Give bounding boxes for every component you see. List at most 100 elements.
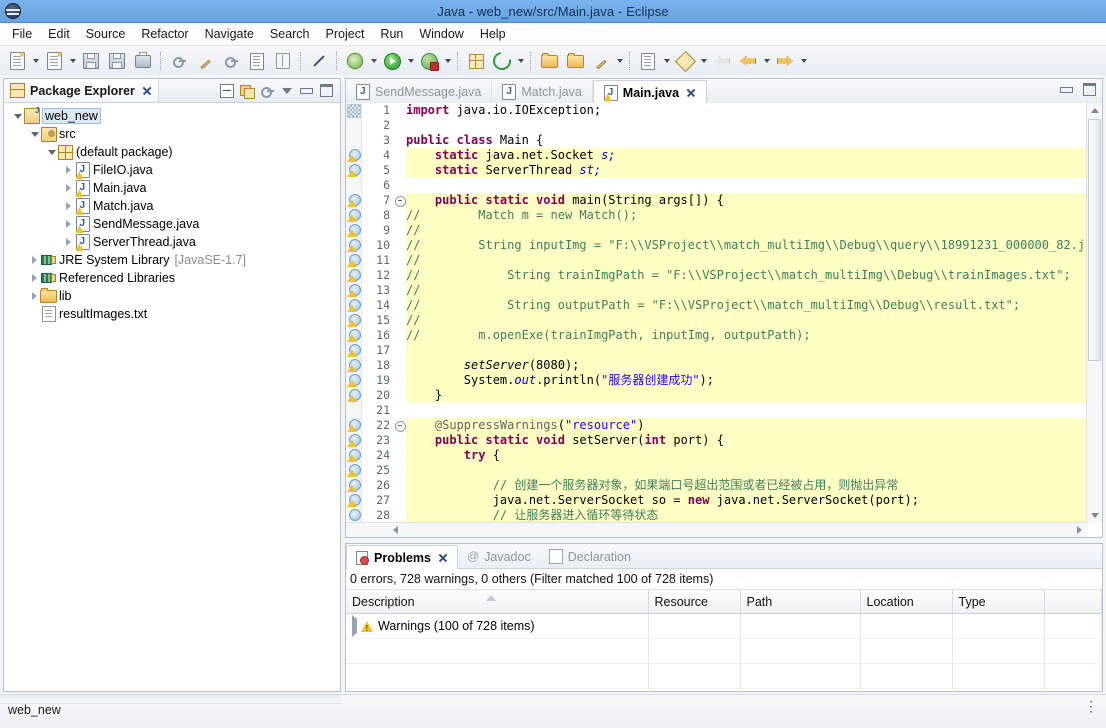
expand-toggle-icon[interactable]	[12, 107, 23, 125]
warning-marker-icon[interactable]	[347, 299, 361, 312]
code-line[interactable]: public static void setServer(int port) {	[406, 433, 1102, 448]
editor-tab-main-java[interactable]: Main.java	[592, 80, 708, 104]
print-icon[interactable]	[131, 49, 155, 73]
new-document-icon[interactable]	[5, 49, 29, 73]
code-line[interactable]: // 让服务器进入循环等待状态	[406, 508, 1102, 523]
warning-marker-icon[interactable]	[347, 269, 361, 282]
tree-item-referenced-libraries[interactable]: Referenced Libraries	[4, 269, 340, 287]
menu-search[interactable]: Search	[262, 25, 318, 43]
scroll-right-icon[interactable]	[1074, 525, 1085, 535]
warning-marker-icon[interactable]	[347, 359, 361, 372]
tree-item-sendmessage-java[interactable]: SendMessage.java	[4, 215, 340, 233]
warning-marker-icon[interactable]	[347, 389, 361, 402]
menu-help[interactable]: Help	[472, 25, 514, 43]
minimize-icon[interactable]	[1060, 86, 1073, 93]
warning-marker-icon[interactable]	[347, 149, 361, 162]
arrow-left-history-icon[interactable]	[736, 49, 760, 73]
column-path[interactable]: Path	[740, 589, 861, 614]
chevron-down-icon[interactable]	[698, 50, 709, 72]
source-code[interactable]: import java.io.IOException; public class…	[406, 103, 1102, 537]
menu-file[interactable]: File	[4, 25, 40, 43]
scroll-down-icon[interactable]	[1089, 510, 1100, 521]
code-line[interactable]: //	[406, 283, 1102, 298]
vertical-dots-icon[interactable]: ⋮	[1084, 699, 1098, 713]
chevron-down-icon[interactable]	[405, 50, 416, 72]
code-line[interactable]: import java.io.IOException;	[406, 103, 1102, 118]
code-line[interactable]: @SuppressWarnings("resource")	[406, 418, 1102, 433]
problems-tab-declaration[interactable]: Declaration	[540, 545, 640, 568]
tree-item-main-java[interactable]: Main.java	[4, 179, 340, 197]
tree-item-jre-system-library[interactable]: JRE System Library [JavaSE-1.7]	[4, 251, 340, 269]
warning-marker-icon[interactable]	[347, 194, 361, 207]
expand-toggle-icon[interactable]	[29, 125, 40, 143]
warning-marker-icon[interactable]	[347, 314, 361, 327]
tree-item-web-new[interactable]: web_new	[4, 106, 340, 125]
code-line[interactable]: //	[406, 253, 1102, 268]
code-line[interactable]: //	[406, 313, 1102, 328]
expand-toggle-icon[interactable]	[29, 269, 40, 287]
chevron-down-icon[interactable]	[661, 50, 672, 72]
build-icon[interactable]	[167, 49, 191, 73]
warning-marker-icon[interactable]	[347, 344, 361, 357]
minimize-icon[interactable]	[298, 82, 315, 99]
column-type[interactable]: Type	[952, 589, 1045, 614]
expand-toggle-icon[interactable]	[29, 287, 40, 305]
code-line[interactable]: // Match m = new Match();	[406, 208, 1102, 223]
refresh-icon[interactable]	[489, 48, 515, 74]
new-class-icon[interactable]	[42, 49, 66, 73]
warning-marker-icon[interactable]	[347, 434, 361, 447]
focus-task-icon[interactable]	[258, 82, 275, 99]
save-all-icon[interactable]	[105, 49, 129, 73]
warning-marker-icon[interactable]	[347, 479, 361, 492]
collapse-all-icon[interactable]	[218, 82, 235, 99]
debug-icon[interactable]	[417, 49, 441, 73]
expand-toggle-icon[interactable]	[352, 615, 357, 637]
warning-marker-icon[interactable]	[347, 509, 361, 522]
close-icon[interactable]	[686, 88, 696, 98]
pen-tool-icon[interactable]	[589, 49, 613, 73]
editor-tab-sendmessage-java[interactable]: SendMessage.java	[346, 80, 493, 103]
package-icon[interactable]	[464, 49, 488, 73]
pillar-icon[interactable]	[271, 49, 295, 73]
open-folder-icon[interactable]	[537, 49, 561, 73]
expand-toggle-icon[interactable]	[63, 197, 74, 215]
chevron-down-icon[interactable]	[515, 50, 526, 72]
code-line[interactable]: // String inputImg = "F:\\VSProject\\mat…	[406, 238, 1102, 253]
code-line[interactable]: // 创建一个服务器对象，如果端口号超出范围或者已经被占用，则抛出异常	[406, 478, 1102, 493]
close-icon[interactable]	[438, 553, 448, 563]
warning-marker-icon[interactable]	[347, 224, 361, 237]
problems-tab-problems[interactable]: Problems	[346, 545, 458, 569]
code-line[interactable]: public class Main {	[406, 133, 1102, 148]
run-icon[interactable]	[380, 49, 404, 73]
menu-refactor[interactable]: Refactor	[133, 25, 196, 43]
triangle-down-icon[interactable]	[278, 82, 295, 99]
project-tree[interactable]: web_newsrc(default package) FileIO.java Ma…	[4, 103, 340, 692]
folder-icon[interactable]	[563, 49, 587, 73]
scroll-left-icon[interactable]	[390, 525, 401, 535]
folding-ruler[interactable]	[394, 103, 406, 537]
warning-marker-icon[interactable]	[347, 209, 361, 222]
warning-marker-icon[interactable]	[347, 494, 361, 507]
menu-window[interactable]: Window	[411, 25, 471, 43]
code-line[interactable]	[406, 463, 1102, 478]
sun-icon[interactable]	[343, 49, 367, 73]
tab-package-explorer[interactable]: Package Explorer	[4, 79, 159, 102]
warning-marker-icon[interactable]	[347, 374, 361, 387]
menu-source[interactable]: Source	[78, 25, 134, 43]
editor-tab-match-java[interactable]: Match.java	[492, 80, 593, 103]
expand-toggle-icon[interactable]	[63, 179, 74, 197]
tree-item-fileio-java[interactable]: FileIO.java	[4, 161, 340, 179]
fold-collapse-icon[interactable]	[395, 421, 406, 432]
code-line[interactable]: //	[406, 223, 1102, 238]
menu-navigate[interactable]: Navigate	[197, 25, 262, 43]
column-resource[interactable]: Resource	[648, 589, 741, 614]
expand-toggle-icon[interactable]	[29, 251, 40, 269]
chevron-down-icon[interactable]	[761, 50, 772, 72]
chevron-down-icon[interactable]	[30, 50, 41, 72]
menu-project[interactable]: Project	[318, 25, 373, 43]
expand-toggle-icon[interactable]	[46, 143, 57, 161]
tree-item-default-package[interactable]: (default package)	[4, 143, 340, 161]
open-type-icon[interactable]	[245, 49, 269, 73]
warning-marker-icon[interactable]	[347, 449, 361, 462]
expand-toggle-icon[interactable]	[63, 215, 74, 233]
